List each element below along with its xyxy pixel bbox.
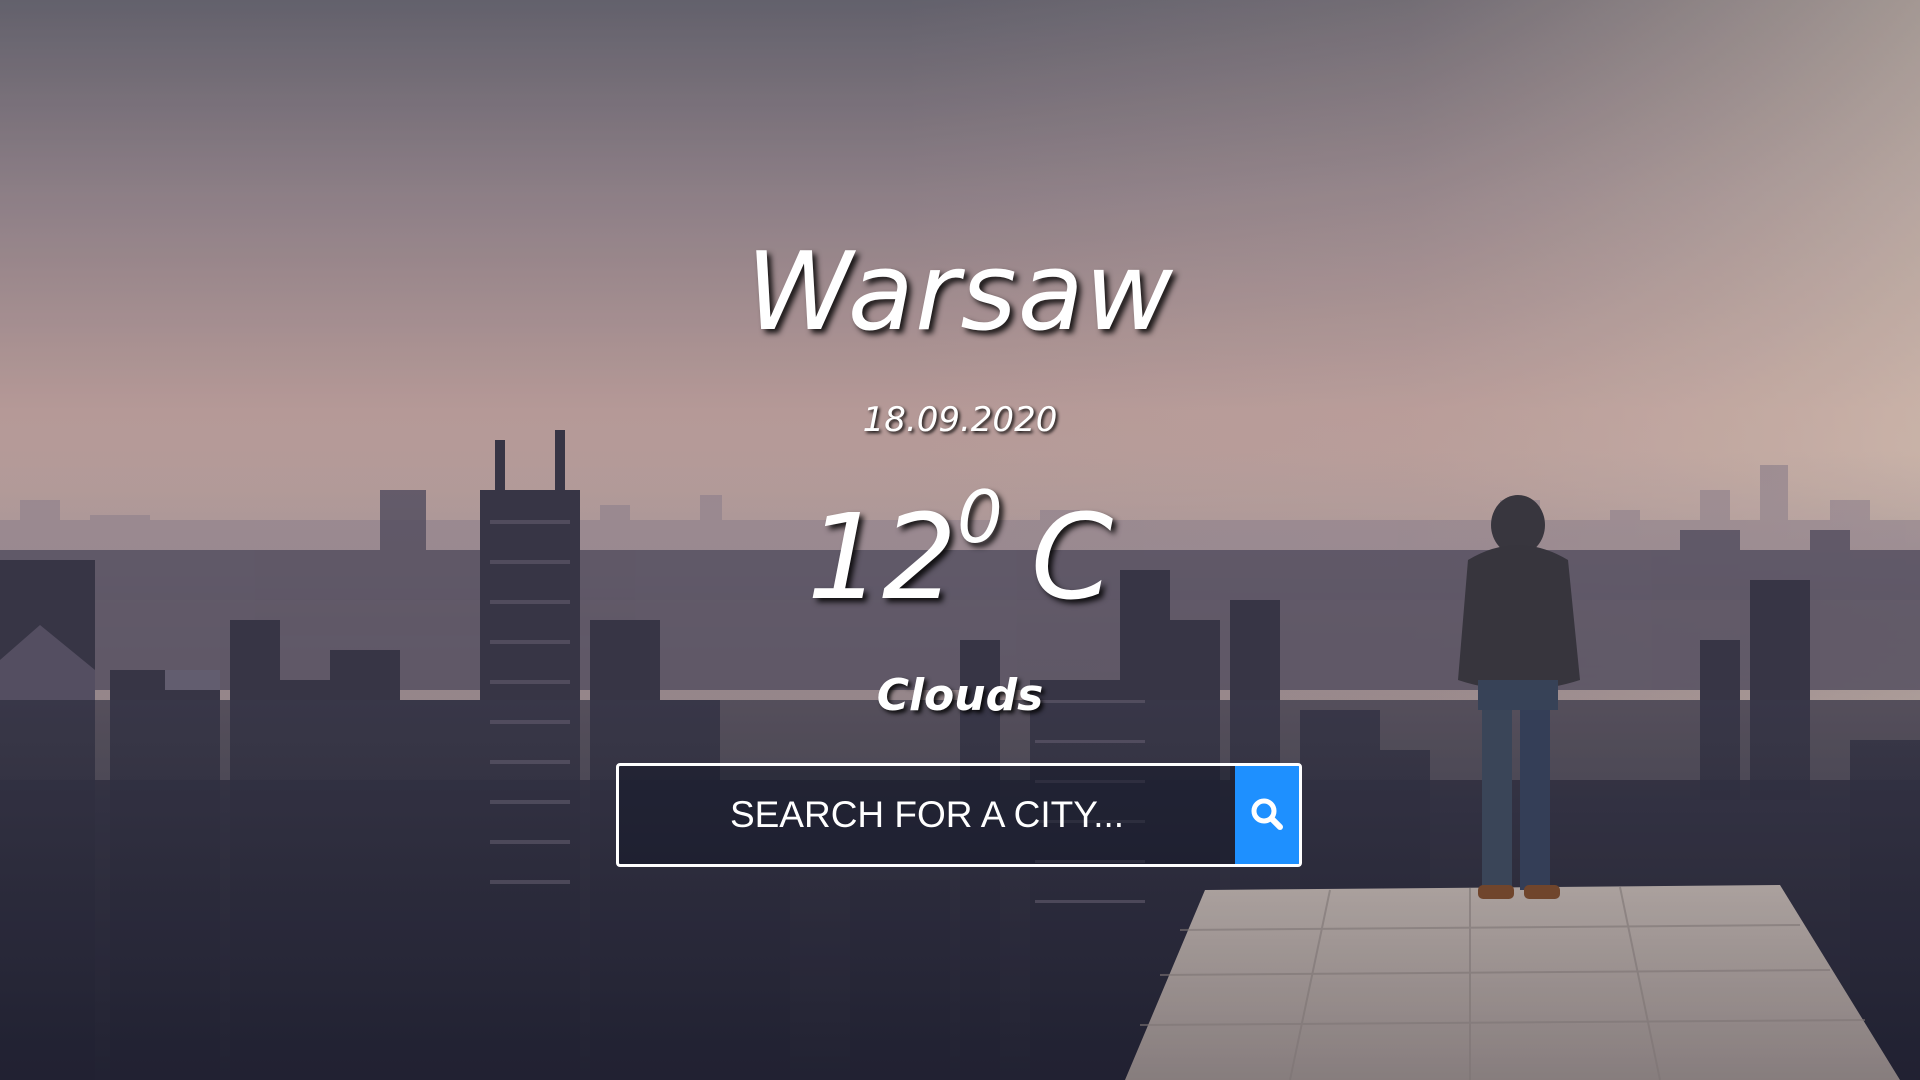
search-button[interactable] — [1235, 766, 1299, 864]
search-icon — [1247, 794, 1287, 837]
temperature: 120 C — [0, 475, 1920, 648]
city-name: Warsaw — [745, 230, 1175, 355]
temperature-unit: C — [1030, 488, 1114, 626]
temperature-value: 12 — [806, 488, 957, 626]
temperature-degree: 0 — [956, 475, 1003, 559]
search-input[interactable] — [619, 766, 1235, 864]
search-bar — [616, 763, 1302, 867]
weather-date: 18.09.2020 — [862, 400, 1058, 440]
weather-panel: Warsaw 18.09.2020 120 C Clouds — [0, 0, 1920, 1080]
weather-description: Clouds — [876, 670, 1044, 721]
